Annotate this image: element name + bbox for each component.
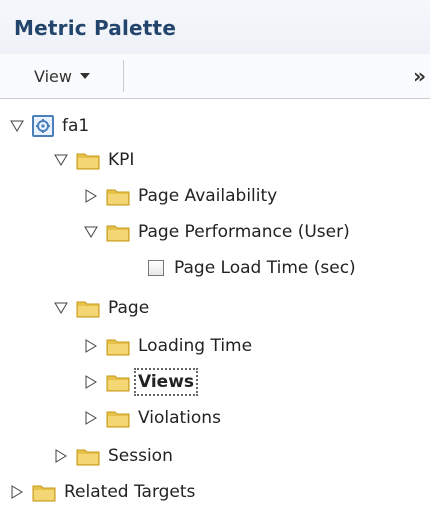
expand-icon[interactable] xyxy=(84,189,98,203)
metric-tree: fa1 KPI Page Availability Page Performan… xyxy=(0,98,430,522)
tree-node-kpi[interactable]: KPI xyxy=(54,146,134,174)
tree-node-page-load-time[interactable]: Page Load Time (sec) xyxy=(148,254,356,282)
tree-node-label: fa1 xyxy=(62,116,90,136)
chevron-down-icon xyxy=(79,73,90,79)
view-menu-label: View xyxy=(34,66,72,86)
tree-node-label: Page Performance (User) xyxy=(138,222,350,242)
folder-icon xyxy=(106,408,130,428)
folder-icon xyxy=(106,222,130,242)
toolbar-overflow-button[interactable]: » xyxy=(413,64,426,88)
metric-checkbox[interactable] xyxy=(148,260,164,276)
expand-icon[interactable] xyxy=(10,485,24,499)
expand-icon[interactable] xyxy=(84,339,98,353)
folder-icon xyxy=(106,372,130,392)
expand-icon[interactable] xyxy=(54,449,68,463)
tree-node-loading-time[interactable]: Loading Time xyxy=(84,332,252,360)
folder-icon xyxy=(76,298,100,318)
folder-icon xyxy=(76,150,100,170)
tree-node-page-availability[interactable]: Page Availability xyxy=(84,182,277,210)
tree-node-label: Page Load Time (sec) xyxy=(174,258,356,278)
folder-icon xyxy=(106,336,130,356)
tree-node-label: Views xyxy=(133,368,199,396)
view-menu-button[interactable]: View xyxy=(12,60,124,92)
tree-node-label: Page xyxy=(108,298,150,318)
expand-icon[interactable] xyxy=(84,375,98,389)
tree-node-violations[interactable]: Violations xyxy=(84,404,221,432)
tree-node-views[interactable]: Views xyxy=(84,368,199,396)
folder-icon xyxy=(32,482,56,502)
panel-header: Metric Palette xyxy=(0,0,430,55)
tree-node-label: Loading Time xyxy=(138,336,253,356)
collapse-icon[interactable] xyxy=(54,301,68,315)
collapse-icon[interactable] xyxy=(54,153,68,167)
toolbar: View » xyxy=(0,54,430,99)
tree-node-page[interactable]: Page xyxy=(54,294,149,322)
tree-node-label: Page Availability xyxy=(138,186,278,206)
target-icon xyxy=(32,115,54,137)
tree-node-session[interactable]: Session xyxy=(54,442,173,470)
expand-icon[interactable] xyxy=(84,411,98,425)
metric-palette-panel: Metric Palette View » fa1 KPI Page Avail… xyxy=(0,0,430,522)
folder-icon xyxy=(106,186,130,206)
tree-node-label: KPI xyxy=(108,150,135,170)
tree-node-page-performance[interactable]: Page Performance (User) xyxy=(84,218,350,246)
panel-title: Metric Palette xyxy=(14,16,177,40)
collapse-icon[interactable] xyxy=(84,225,98,239)
tree-node-label: Violations xyxy=(138,408,221,428)
tree-node-label: Related Targets xyxy=(64,482,196,502)
folder-icon xyxy=(76,446,100,466)
collapse-icon[interactable] xyxy=(10,119,24,133)
tree-node-fa1[interactable]: fa1 xyxy=(10,112,89,140)
tree-node-label: Session xyxy=(108,446,173,466)
tree-node-related-targets[interactable]: Related Targets xyxy=(10,478,195,506)
